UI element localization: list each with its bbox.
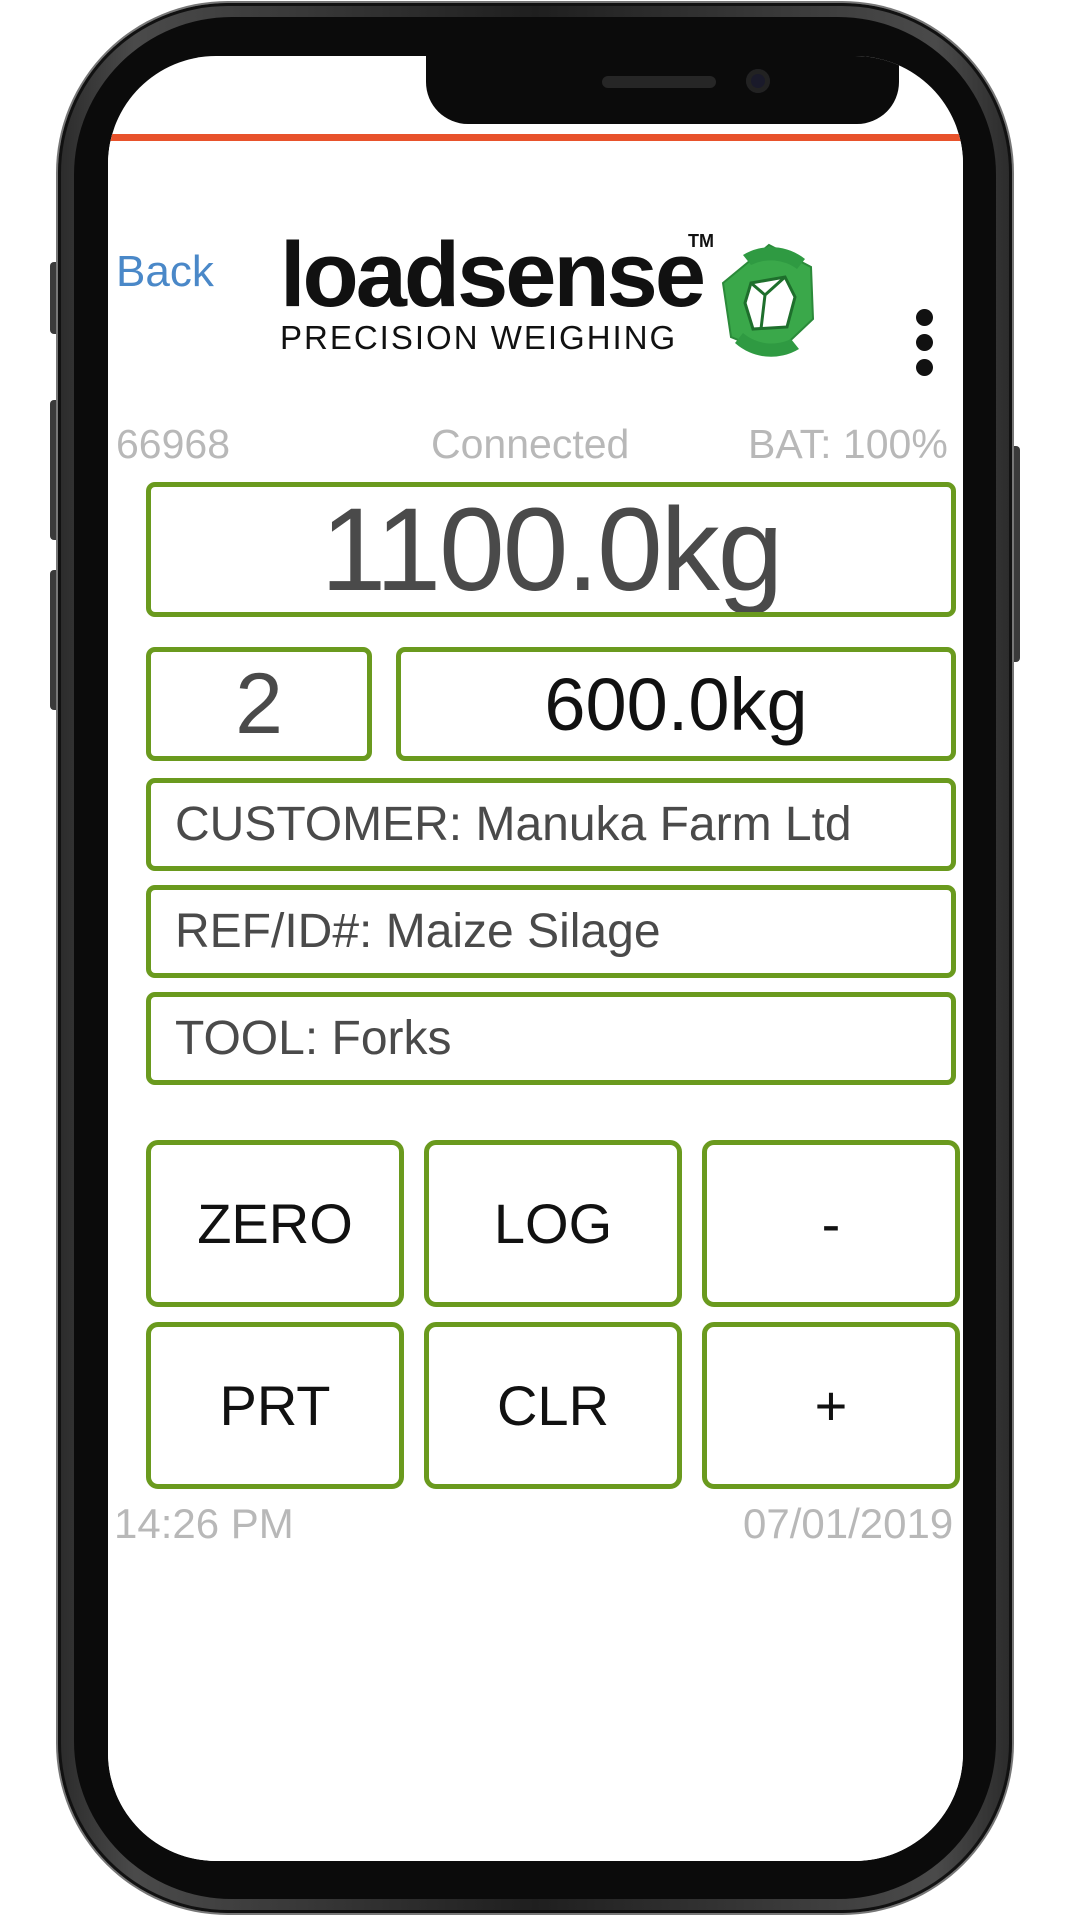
accent-bar [108,134,963,141]
minus-button[interactable]: - [702,1140,960,1307]
device-frame-stage: Back loadsense TM PRECISION WEIGHING 669… [0,0,1080,1920]
print-button[interactable]: PRT [146,1322,404,1489]
status-bar: 66968 Connected BAT: 100% [108,421,963,481]
total-weight-display: 1100.0kg [146,482,956,617]
menu-dot [916,359,933,376]
last-load-weight-display: 600.0kg [396,647,956,761]
plus-button[interactable]: + [702,1322,960,1489]
screen-bottom-area [108,1730,963,1861]
phone-screen: Back loadsense TM PRECISION WEIGHING 669… [108,56,963,1861]
battery-status: BAT: 100% [748,421,948,467]
clear-button[interactable]: CLR [424,1322,682,1489]
speaker-grille [602,76,716,88]
logo-tagline: PRECISION WEIGHING [280,319,678,356]
weighing-app: Back loadsense TM PRECISION WEIGHING 669… [108,134,963,1730]
load-count-display: 2 [146,647,372,761]
device-id: 66968 [116,421,231,467]
logo-wordmark: loadsense [280,224,706,326]
loadsense-logo-icon [721,243,815,357]
reference-field[interactable]: REF/ID#: Maize Silage [146,885,956,978]
connection-status: Connected [431,421,630,467]
menu-dot [916,309,933,326]
current-date: 07/01/2019 [743,1500,954,1547]
menu-dot [916,334,933,351]
footer-bar: 14:26 PM 07/01/2019 [108,1500,963,1560]
customer-field[interactable]: CUSTOMER: Manuka Farm Ltd [146,778,956,871]
logo-trademark: TM [688,231,714,251]
loadsense-logo: loadsense TM PRECISION WEIGHING [280,229,840,369]
tool-field[interactable]: TOOL: Forks [146,992,956,1085]
zero-button[interactable]: ZERO [146,1140,404,1307]
notch [426,56,899,124]
current-time: 14:26 PM [114,1500,294,1547]
front-camera [746,69,770,93]
back-button[interactable]: Back [116,247,214,297]
more-vertical-icon[interactable] [916,309,936,379]
log-button[interactable]: LOG [424,1140,682,1307]
